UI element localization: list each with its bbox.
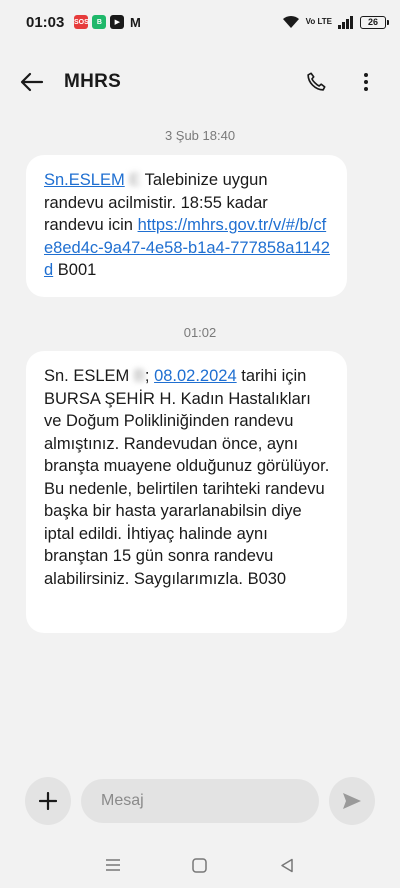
add-attachment-button[interactable]	[25, 777, 71, 825]
app-actions	[302, 68, 380, 96]
message-bubble[interactable]: Sn.ESLEM E Talebinize uygun randevu acil…	[26, 155, 347, 297]
message-text: Sn.ESLEM E Talebinize uygun randevu acil…	[44, 171, 330, 279]
date-separator: 3 Şub 18:40	[164, 128, 236, 143]
phone-icon	[307, 72, 326, 91]
message-input[interactable]	[81, 779, 319, 823]
status-right: Vo LTE 26	[282, 15, 389, 29]
wifi-icon	[282, 15, 299, 28]
redacted-name: E	[129, 171, 141, 189]
app-bar: MHRS	[0, 52, 400, 112]
gmail-icon: M	[129, 14, 141, 30]
back-triangle-icon	[280, 858, 293, 872]
date-separator: 01:02	[183, 325, 217, 340]
recents-button[interactable]	[98, 850, 128, 880]
youtube-icon: ▶	[110, 15, 125, 29]
message-bubble[interactable]: Sn. ESLEM B; 08.02.2024 tarihi için BURS…	[26, 351, 347, 633]
signal-icon	[338, 15, 353, 29]
call-button[interactable]	[302, 68, 330, 96]
status-bar: 01:03 SOS B ▶ M Vo LTE 26	[0, 0, 400, 44]
sender-name-link[interactable]: Sn.ESLEM	[44, 171, 125, 189]
more-vertical-icon	[364, 73, 368, 91]
battery-icon: 26	[360, 15, 389, 29]
message-text: Sn. ESLEM B; 08.02.2024 tarihi için BURS…	[44, 367, 330, 588]
conversation-title: MHRS	[64, 71, 122, 92]
plus-icon	[39, 792, 57, 810]
back-button[interactable]	[20, 66, 52, 98]
volte-indicator: Vo LTE	[305, 17, 332, 26]
message-composer	[0, 760, 400, 842]
system-navigation-bar	[0, 842, 400, 888]
home-button[interactable]	[185, 850, 215, 880]
recents-icon	[106, 859, 121, 871]
system-back-button[interactable]	[272, 850, 302, 880]
sos-icon: SOS	[74, 15, 89, 29]
notification-icons: SOS B ▶ M	[74, 14, 142, 30]
send-icon	[343, 793, 361, 809]
app-notification-icon: B	[92, 15, 107, 29]
status-time: 01:03	[26, 13, 65, 31]
appointment-date-link[interactable]: 08.02.2024	[154, 367, 237, 385]
send-button[interactable]	[329, 777, 375, 825]
redacted-name: B	[133, 367, 145, 385]
arrow-left-icon	[20, 72, 44, 92]
home-icon	[192, 857, 208, 873]
more-options-button[interactable]	[352, 68, 380, 96]
